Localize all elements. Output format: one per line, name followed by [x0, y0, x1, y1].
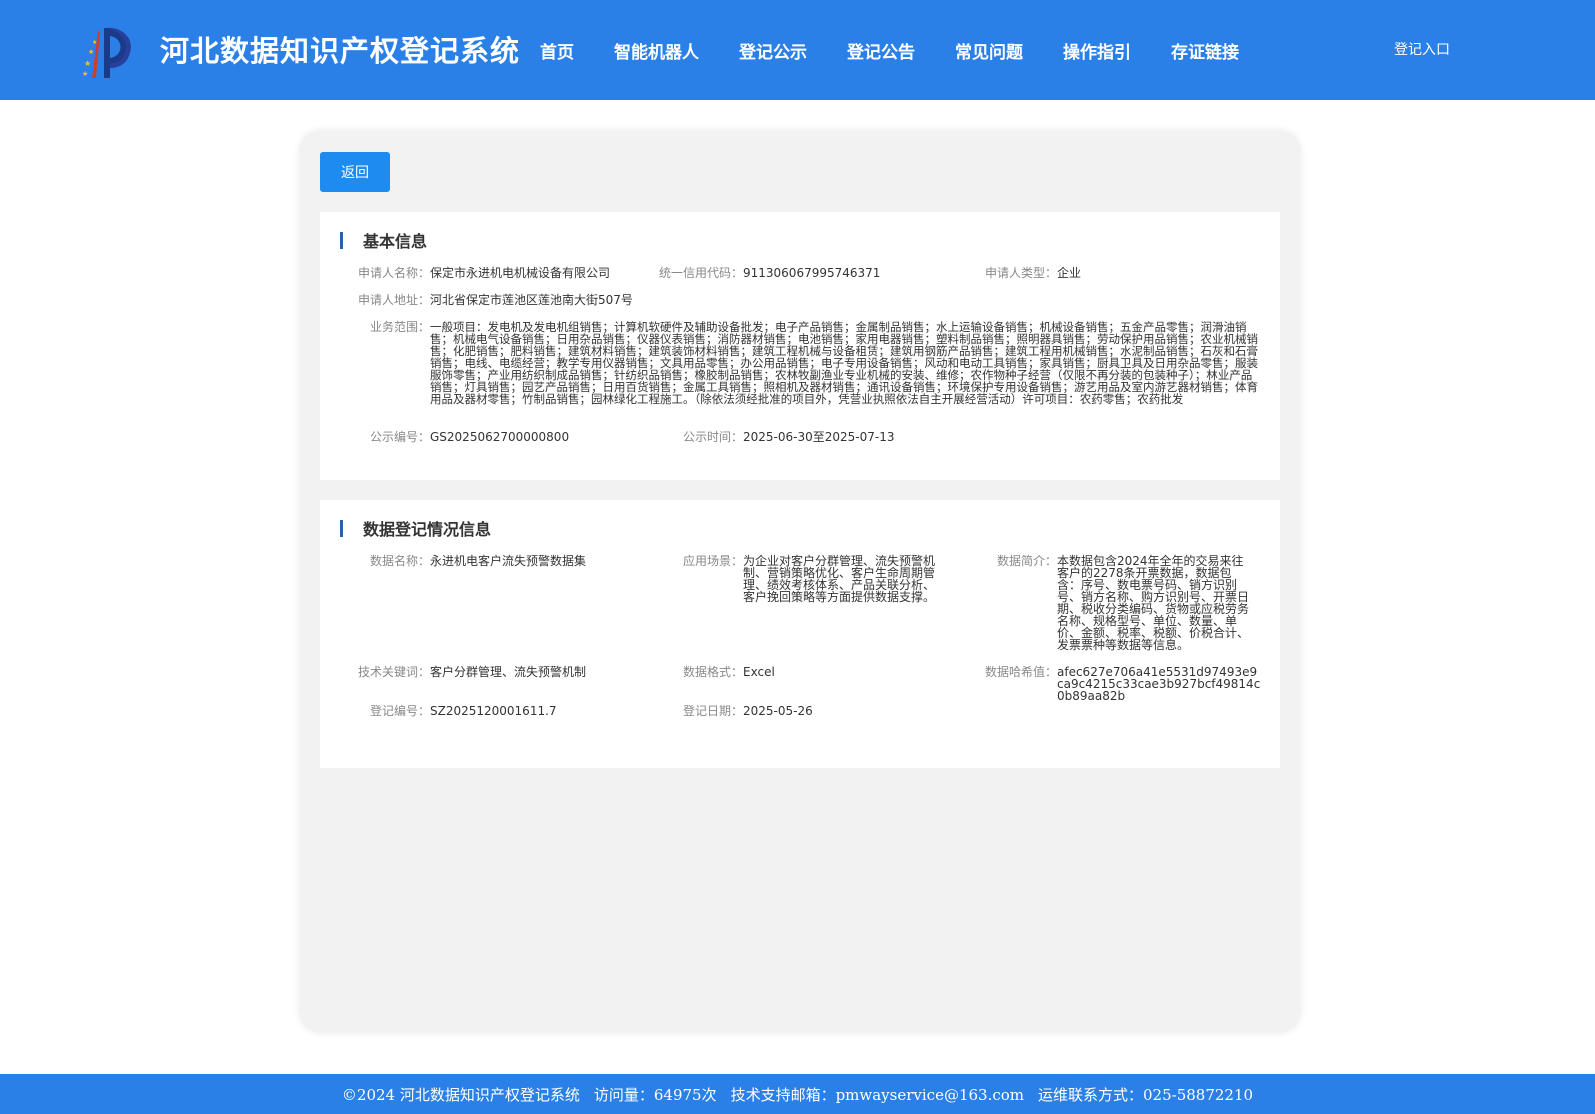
data-hash-value: afec627e706a41e5531d97493e9ca9c4215c33ca…: [1057, 665, 1261, 703]
credit-code-value: 911306067995746371: [743, 266, 881, 280]
business-scope-value: 一般项目：发电机及发电机组销售；计算机软硬件及辅助设备批发；电子产品销售；金属制…: [430, 321, 1258, 405]
registration-number-value: SZ2025120001611.7: [430, 704, 557, 718]
site-logo-icon: ★ ★ ★ ★: [82, 27, 131, 78]
main-nav: 首页 智能机器人 登记公示 登记公告 常见问题 操作指引 存证链接: [520, 0, 1279, 100]
data-hash-label: 数据哈希值：: [984, 665, 1057, 679]
publicity-number-label: 公示编号：: [369, 430, 430, 444]
field-registration-date: 登记日期： 2025-05-26: [683, 704, 813, 718]
back-button[interactable]: 返回: [320, 152, 390, 192]
footer-copyright: ©2024 河北数据知识产权登记系统: [341, 1085, 580, 1104]
field-business-scope: 业务范围： 一般项目：发电机及发电机组销售；计算机软硬件及辅助设备批发；电子产品…: [370, 321, 1260, 405]
page-footer: ©2024 河北数据知识产权登记系统 访问量：64975次 技术支持邮箱：pmw…: [0, 1074, 1595, 1114]
field-credit-code: 统一信用代码： 911306067995746371: [659, 266, 881, 280]
field-publicity-number: 公示编号： GS2025062700000800: [370, 430, 570, 444]
section-title-basic: 基本信息: [340, 230, 428, 251]
applicant-name-value: 保定市永进机电机械设备有限公司: [430, 266, 611, 280]
svg-text:★: ★: [92, 39, 97, 46]
data-intro-label: 数据简介：: [996, 554, 1057, 568]
nav-evidence-link[interactable]: 存证链接: [1171, 38, 1239, 63]
data-name-value: 永进机电客户流失预警数据集: [430, 554, 587, 568]
data-registration-card: 数据登记情况信息 数据名称： 永进机电客户流失预警数据集 应用场景： 为企业对客…: [320, 500, 1280, 768]
field-address: 申请人地址： 河北省保定市莲池区莲池南大街507号: [358, 293, 633, 307]
top-header: ★ ★ ★ ★ 河北数据知识产权登记系统 首页 智能机器人 登记公示 登记公告 …: [0, 0, 1595, 100]
section-bar: [340, 231, 343, 249]
applicant-type-value: 企业: [1057, 266, 1082, 280]
field-data-format: 数据格式： Excel: [683, 665, 775, 679]
field-data-intro: 数据简介： 本数据包含2024年全年的交易来往客户的2278条开票数据，数据包含…: [997, 554, 1252, 652]
nav-faq[interactable]: 常见问题: [955, 38, 1023, 63]
applicant-type-label: 申请人类型：: [984, 266, 1057, 280]
registration-date-label: 登记日期：: [682, 704, 743, 718]
tech-keywords-label: 技术关键词：: [357, 665, 430, 679]
nav-guide[interactable]: 操作指引: [1063, 38, 1131, 63]
data-name-label: 数据名称：: [369, 554, 430, 568]
publicity-number-value: GS2025062700000800: [430, 430, 570, 444]
nav-robot[interactable]: 智能机器人: [614, 38, 699, 63]
data-format-label: 数据格式：: [682, 665, 743, 679]
footer-visits: 访问量：64975次: [593, 1085, 717, 1104]
nav-registration-announcement[interactable]: 登记公告: [847, 38, 915, 63]
section-title-data: 数据登记情况信息: [340, 518, 492, 539]
field-applicant-name: 申请人名称： 保定市永进机电机械设备有限公司: [358, 266, 611, 280]
application-scene-value: 为企业对客户分群管理、流失预警机制、营销策略优化、客户生命周期管理、绩效考核体系…: [743, 554, 936, 604]
applicant-name-label: 申请人名称：: [357, 266, 430, 280]
registration-date-value: 2025-05-26: [743, 704, 813, 718]
publicity-time-value: 2025-06-30至2025-07-13: [743, 430, 895, 444]
section-bar: [340, 519, 343, 537]
detail-panel: 返回 基本信息 申请人名称： 保定市永进机电机械设备有限公司 统一信用代码： 9…: [300, 131, 1300, 1032]
field-data-name: 数据名称： 永进机电客户流失预警数据集: [370, 554, 587, 568]
footer-email: 技术支持邮箱：pmwayservice@163.com: [730, 1085, 1025, 1104]
svg-text:★: ★: [84, 59, 91, 68]
field-publicity-time: 公示时间： 2025-06-30至2025-07-13: [683, 430, 895, 444]
section-title-text: 数据登记情况信息: [363, 520, 492, 539]
field-registration-number: 登记编号： SZ2025120001611.7: [370, 704, 557, 718]
tech-keywords-value: 客户分群管理、流失预警机制: [430, 665, 587, 679]
field-application-scene: 应用场景： 为企业对客户分群管理、流失预警机制、营销策略优化、客户生命周期管理、…: [683, 554, 938, 604]
data-format-value: Excel: [743, 665, 775, 679]
login-link[interactable]: 登记入口: [1394, 39, 1450, 59]
field-tech-keywords: 技术关键词： 客户分群管理、流失预警机制: [358, 665, 587, 679]
data-intro-value: 本数据包含2024年全年的交易来往客户的2278条开票数据，数据包含：序号、数电…: [1057, 554, 1250, 652]
field-data-hash: 数据哈希值： afec627e706a41e5531d97493e9ca9c42…: [985, 665, 1262, 703]
address-label: 申请人地址：: [357, 293, 430, 307]
nav-registration-publicity[interactable]: 登记公示: [739, 38, 807, 63]
site-title: 河北数据知识产权登记系统: [160, 34, 521, 68]
business-scope-label: 业务范围：: [369, 320, 430, 334]
credit-code-label: 统一信用代码：: [658, 266, 743, 280]
registration-number-label: 登记编号：: [369, 704, 430, 718]
publicity-time-label: 公示时间：: [682, 430, 743, 444]
section-title-text: 基本信息: [363, 232, 428, 251]
svg-text:★: ★: [82, 70, 88, 78]
field-applicant-type: 申请人类型： 企业: [985, 266, 1082, 280]
basic-info-card: 基本信息 申请人名称： 保定市永进机电机械设备有限公司 统一信用代码： 9113…: [320, 212, 1280, 480]
nav-home[interactable]: 首页: [540, 38, 574, 63]
footer-contact: 运维联系方式：025-58872210: [1038, 1085, 1254, 1104]
application-scene-label: 应用场景：: [682, 554, 743, 568]
address-value: 河北省保定市莲池区莲池南大街507号: [430, 293, 633, 307]
svg-text:★: ★: [88, 48, 94, 56]
